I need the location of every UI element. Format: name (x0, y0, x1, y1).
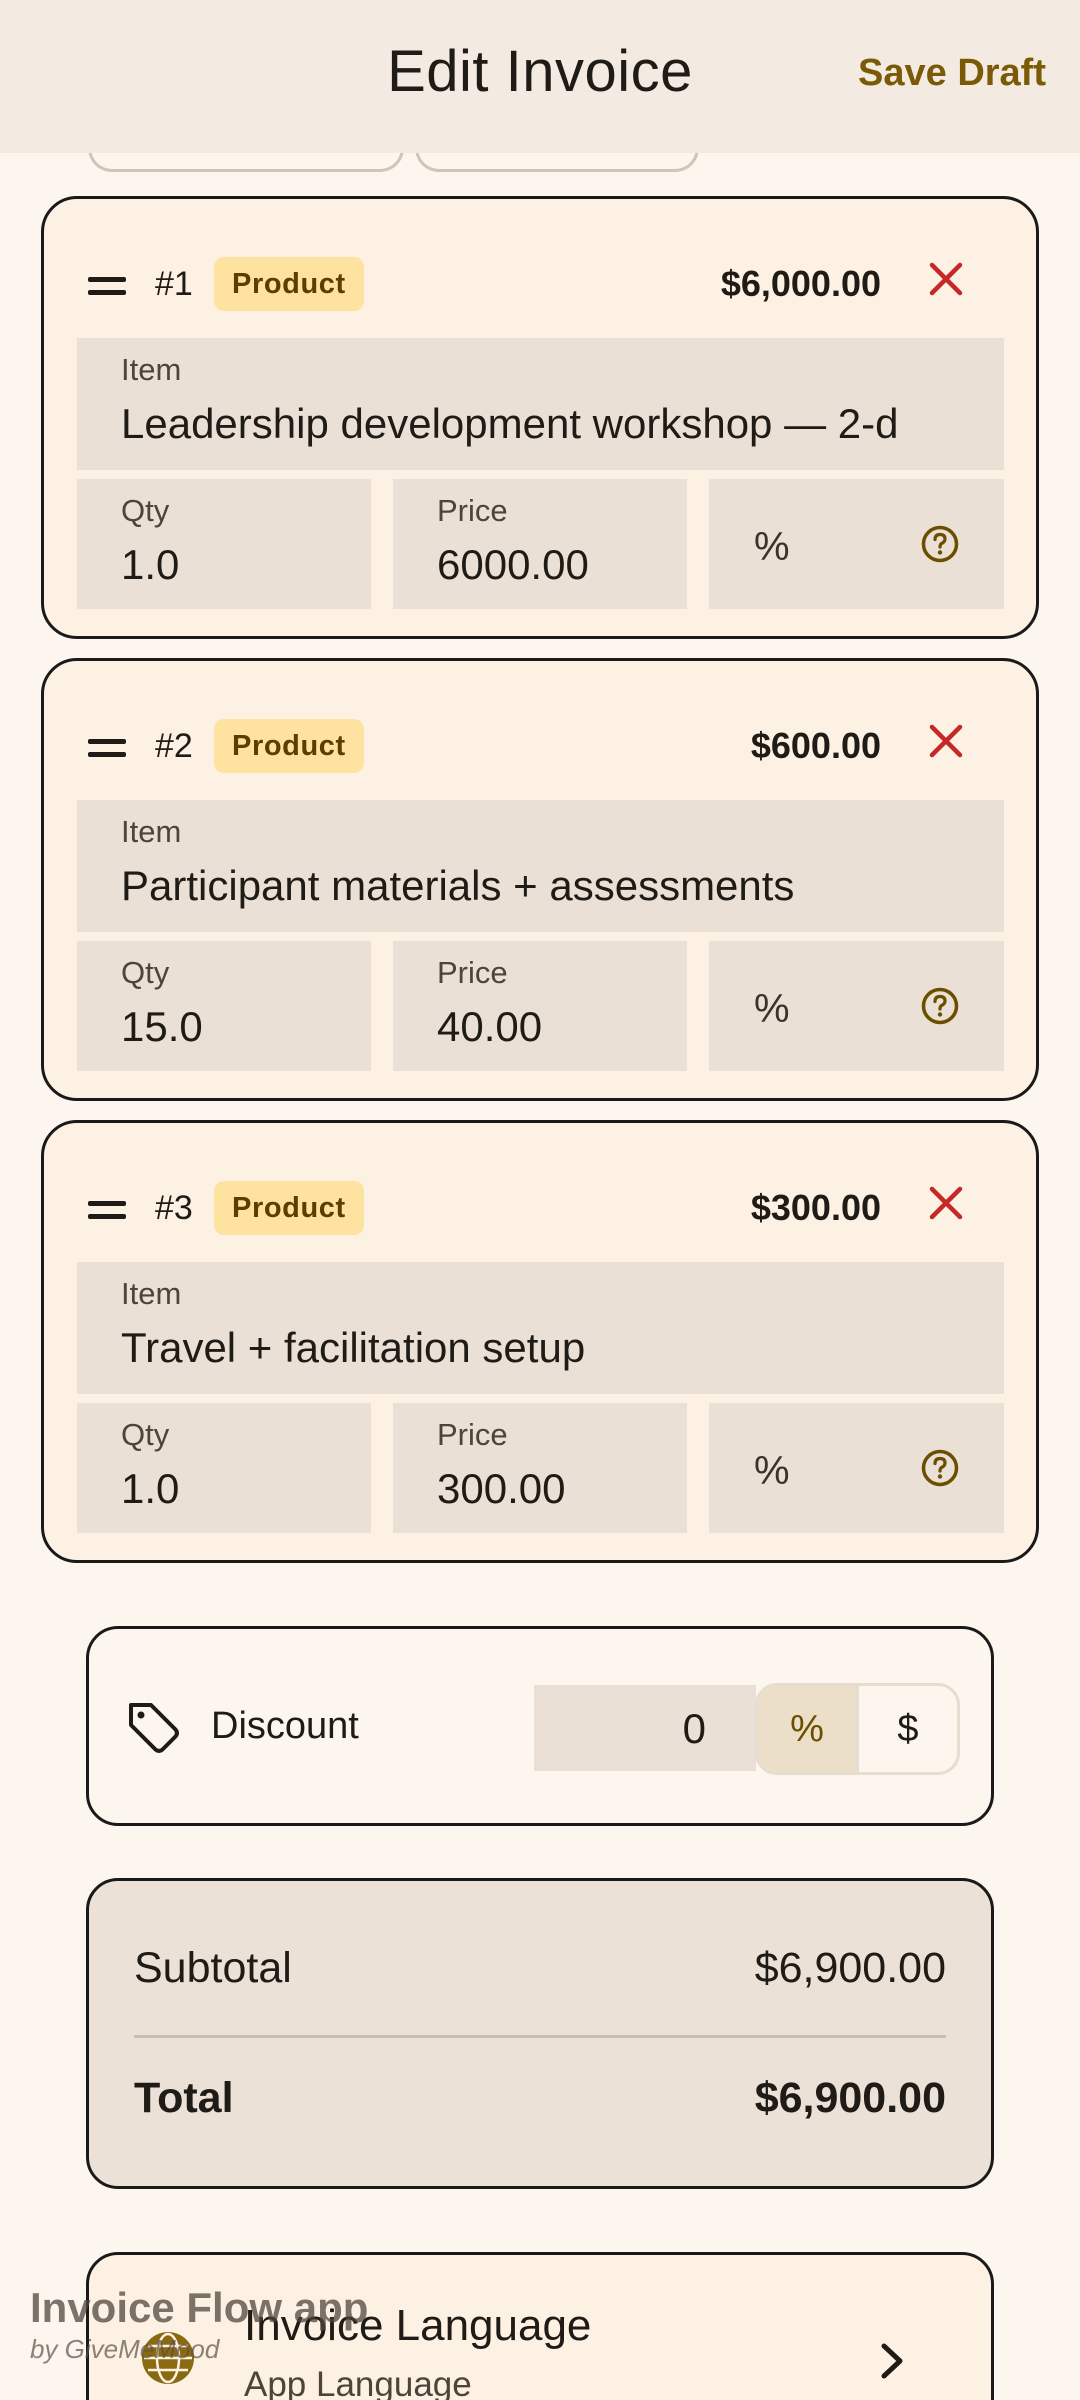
field-label: Item (121, 1276, 182, 1311)
discount-type-toggle[interactable]: % $ (755, 1683, 960, 1775)
item-number: #1 (155, 265, 193, 303)
toggle-dollar[interactable]: $ (856, 1686, 957, 1772)
field-value: 1.0 (121, 541, 180, 588)
discount-percent-field[interactable]: % (709, 479, 1004, 609)
total-value: $6,900.00 (754, 2074, 946, 2122)
drag-handle-icon[interactable] (88, 1201, 126, 1227)
discount-percent-field[interactable]: % (709, 941, 1004, 1071)
item-type-badge[interactable]: Product (214, 257, 364, 311)
subtotal-value: $6,900.00 (754, 1944, 946, 1992)
price-field[interactable]: Price 300.00 (393, 1403, 687, 1533)
drag-handle-icon[interactable] (88, 739, 126, 765)
field-label: Price (437, 955, 508, 990)
item-number: #2 (155, 727, 193, 765)
discount-input[interactable]: 0 (534, 1685, 756, 1771)
item-description-field[interactable]: Item Participant materials + assessments (77, 800, 1004, 932)
subtotal-row: Subtotal $6,900.00 (134, 1944, 946, 1993)
line-item-card: #1 Product $6,000.00 Item Leadership dev… (41, 196, 1039, 639)
close-icon[interactable] (924, 719, 968, 763)
line-item-card: #3 Product $300.00 Item Travel + facilit… (41, 1120, 1039, 1563)
invoice-language-subtitle: App Language (244, 2365, 472, 2400)
line-item-card: #2 Product $600.00 Item Participant mate… (41, 658, 1039, 1101)
field-value: Travel + facilitation setup (121, 1324, 586, 1371)
field-value: 1.0 (121, 1465, 180, 1512)
field-label: Qty (121, 955, 170, 990)
item-type-badge[interactable]: Product (214, 1181, 364, 1235)
percent-suffix: % (754, 1449, 790, 1493)
close-icon[interactable] (924, 257, 968, 301)
help-circle-icon[interactable] (920, 524, 960, 564)
save-draft-button[interactable]: Save Draft (858, 52, 1046, 95)
help-circle-icon[interactable] (920, 1448, 960, 1488)
qty-field[interactable]: Qty 1.0 (77, 479, 371, 609)
field-value: Participant materials + assessments (121, 862, 795, 909)
item-number: #3 (155, 1189, 193, 1227)
field-label: Item (121, 814, 182, 849)
field-label: Price (437, 1417, 508, 1452)
item-amount: $6,000.00 (720, 263, 881, 304)
close-icon[interactable] (924, 1181, 968, 1225)
watermark-by: by GiveMeMood (30, 2334, 220, 2364)
item-description-field[interactable]: Item Travel + facilitation setup (77, 1262, 1004, 1394)
item-amount: $600.00 (750, 725, 881, 766)
field-value: 300.00 (437, 1465, 566, 1512)
app-bar: Edit Invoice Save Draft (0, 0, 1080, 153)
field-label: Item (121, 352, 182, 387)
chevron-right-icon (881, 2343, 903, 2379)
item-amount: $300.00 (750, 1187, 881, 1228)
discount-card: Discount 0 % $ (86, 1626, 994, 1826)
qty-field[interactable]: Qty 1.0 (77, 1403, 371, 1533)
toggle-percent[interactable]: % (758, 1686, 856, 1772)
field-value: 40.00 (437, 1003, 543, 1050)
totals-card: Subtotal $6,900.00 Total $6,900.00 (86, 1878, 994, 2189)
discount-percent-field[interactable]: % (709, 1403, 1004, 1533)
price-field[interactable]: Price 6000.00 (393, 479, 687, 609)
field-label: Price (437, 493, 508, 528)
watermark-name: Invoice Flow app (30, 2284, 369, 2331)
field-label: Qty (121, 1417, 170, 1452)
app-watermark: Invoice Flow app by GiveMeMood (30, 2284, 368, 2365)
percent-suffix: % (754, 987, 790, 1031)
subtotal-label: Subtotal (134, 1944, 292, 1992)
field-value: Leadership development workshop — 2-d (121, 400, 899, 447)
item-description-field[interactable]: Item Leadership development workshop — 2… (77, 338, 1004, 470)
item-type-badge[interactable]: Product (214, 719, 364, 773)
total-row: Total $6,900.00 (134, 2074, 946, 2123)
discount-label: Discount (211, 1705, 359, 1747)
qty-field[interactable]: Qty 15.0 (77, 941, 371, 1071)
divider (134, 2035, 946, 2038)
total-label: Total (134, 2074, 234, 2122)
help-circle-icon[interactable] (920, 986, 960, 1026)
discount-value: 0 (682, 1705, 706, 1752)
drag-handle-icon[interactable] (88, 277, 126, 303)
price-field[interactable]: Price 40.00 (393, 941, 687, 1071)
field-value: 6000.00 (437, 541, 589, 588)
field-label: Qty (121, 493, 170, 528)
tag-icon (129, 1703, 179, 1753)
field-value: 15.0 (121, 1003, 203, 1050)
percent-suffix: % (754, 525, 790, 569)
